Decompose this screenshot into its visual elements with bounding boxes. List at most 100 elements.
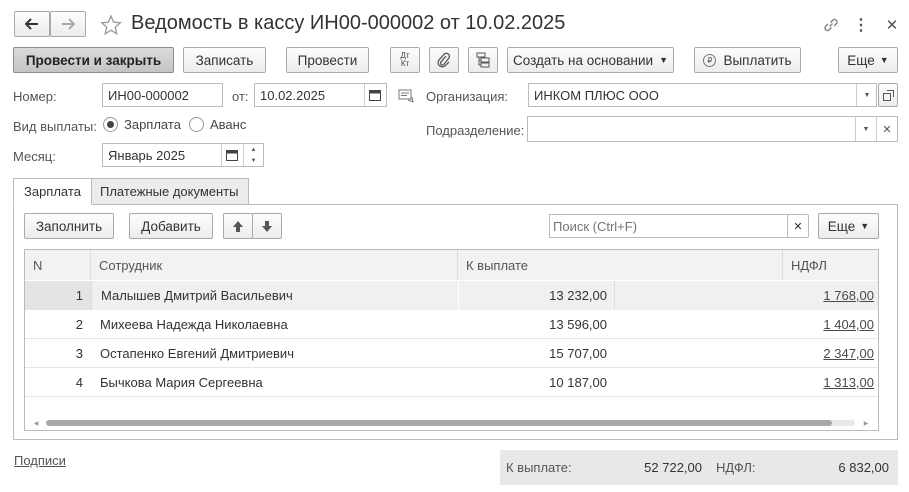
organization-open-button[interactable] (878, 83, 898, 107)
dropdown-arrow-icon: ▼ (879, 55, 889, 65)
total-pay-value: 52 722,00 (644, 460, 702, 475)
radio-selected-icon (103, 117, 118, 132)
pay-amount: 13 596,00 (549, 317, 607, 332)
column-header-pay[interactable]: К выплате (458, 250, 783, 280)
spin-down-icon[interactable]: ▼ (244, 155, 263, 166)
table-row[interactable]: 2 Михеева Надежда Николаевна 13 596,00 1… (25, 310, 878, 339)
dtkt-icon: Дт Кт (400, 51, 410, 68)
ndfl-amount[interactable]: 1 768,00 (783, 281, 878, 310)
signatures-link[interactable]: Подписи (14, 453, 66, 468)
row-number: 2 (75, 317, 83, 332)
arrow-right-icon (62, 18, 75, 30)
star-icon[interactable] (98, 12, 124, 38)
search-clear-button[interactable]: ✕ (787, 214, 809, 238)
tab-payment-documents-label: Платежные документы (100, 184, 239, 199)
organization-value: ИНКОМ ПЛЮС ООО (534, 87, 659, 103)
arrow-up-icon (233, 220, 243, 232)
ndfl-amount[interactable]: 2 347,00 (783, 339, 878, 368)
radio-salary[interactable]: Зарплата (103, 117, 181, 132)
dtkt-button[interactable]: Дт Кт (390, 47, 420, 73)
department-field[interactable] (527, 116, 898, 142)
pay-amount: 13 232,00 (458, 281, 614, 310)
column-header-ndfl[interactable]: НДФЛ (783, 250, 878, 280)
month-label: Месяц: (13, 149, 56, 164)
date-label: от: (232, 89, 249, 104)
dropdown-arrow-icon: ▼ (659, 55, 668, 65)
organization-label: Организация: (426, 89, 509, 104)
radio-unselected-icon (189, 117, 204, 132)
row-number: 3 (75, 346, 83, 361)
month-value: Январь 2025 (108, 147, 186, 163)
calendar-icon[interactable] (366, 86, 384, 104)
employee-name: Малышев Дмитрий Васильевич (91, 281, 458, 310)
post-button[interactable]: Провести (286, 47, 369, 73)
window-title: Ведомость в кассу ИН00-000002 от 10.02.2… (131, 12, 566, 34)
number-label: Номер: (13, 89, 57, 104)
row-number: 1 (25, 281, 91, 310)
horizontal-scrollbar-thumb[interactable] (46, 420, 832, 426)
calendar-icon[interactable] (223, 146, 241, 164)
scroll-left-icon[interactable]: ◀ (30, 417, 42, 429)
create-based-on-label: Создать на основании (513, 52, 654, 68)
pay-amount: 10 187,00 (549, 375, 607, 390)
employee-name: Бычкова Мария Сергеевна (100, 375, 263, 390)
open-icon (882, 89, 894, 101)
link-icon[interactable] (820, 14, 842, 36)
tab-payment-documents[interactable]: Платежные документы (89, 178, 250, 205)
post-and-close-button[interactable]: Провести и закрыть (13, 47, 174, 73)
ndfl-amount[interactable]: 1 313,00 (783, 368, 878, 397)
department-label: Подразделение: (426, 123, 525, 138)
department-dropdown-icon[interactable]: ▼ (856, 117, 876, 141)
more-button[interactable]: Еще ▼ (838, 47, 898, 73)
add-button[interactable]: Добавить (129, 213, 213, 239)
attach-button[interactable] (429, 47, 459, 73)
radio-advance-label: Аванс (210, 117, 247, 132)
move-up-button[interactable] (223, 213, 253, 239)
create-based-on-button[interactable]: Создать на основании ▼ (507, 47, 674, 73)
number-field[interactable]: ИН00-000002 (102, 83, 223, 107)
table-row[interactable]: 1 Малышев Дмитрий Васильевич 13 232,00 1… (25, 281, 878, 310)
structure-button[interactable] (468, 47, 498, 73)
organization-field[interactable]: ИНКОМ ПЛЮС ООО (528, 83, 877, 107)
fill-button[interactable]: Заполнить (24, 213, 114, 239)
column-header-employee[interactable]: Сотрудник (91, 250, 458, 280)
ndfl-amount[interactable]: 1 404,00 (783, 310, 878, 339)
date-value: 10.02.2025 (260, 87, 326, 103)
arrow-down-icon (262, 220, 272, 232)
empty-cell (614, 281, 783, 310)
table-more-label: Еще (827, 218, 856, 234)
scroll-right-icon[interactable]: ▶ (860, 417, 872, 429)
comment-icon[interactable] (397, 87, 415, 105)
department-clear-icon[interactable]: ✕ (877, 117, 897, 141)
tab-salary[interactable]: Зарплата (13, 178, 92, 205)
save-button[interactable]: Записать (183, 47, 266, 73)
move-down-button[interactable] (252, 213, 282, 239)
arrow-left-icon (25, 18, 38, 30)
employee-name: Михеева Надежда Николаевна (100, 317, 288, 332)
total-ndfl-value: 6 832,00 (838, 460, 889, 475)
forward-button[interactable] (50, 11, 86, 37)
column-header-n[interactable]: N (25, 250, 91, 280)
employee-name: Остапенко Евгений Дмитриевич (100, 346, 294, 361)
spin-up-icon[interactable]: ▲ (244, 144, 263, 155)
number-value: ИН00-000002 (108, 87, 189, 103)
search-input[interactable] (549, 214, 788, 238)
radio-salary-label: Зарплата (124, 117, 181, 132)
total-pay-label: К выплате: (506, 460, 572, 475)
close-icon[interactable]: ✕ (883, 14, 901, 36)
back-button[interactable] (14, 11, 50, 37)
table-row[interactable]: 3 Остапенко Евгений Дмитриевич 15 707,00… (25, 339, 878, 368)
row-number: 4 (75, 375, 83, 390)
table-more-button[interactable]: Еще ▼ (818, 213, 879, 239)
organization-dropdown-icon[interactable]: ▼ (857, 84, 877, 106)
table-row[interactable]: 4 Бычкова Мария Сергеевна 10 187,00 1 31… (25, 368, 878, 397)
dropdown-arrow-icon: ▼ (860, 221, 870, 231)
total-ndfl-label: НДФЛ: (716, 460, 756, 475)
structure-icon (476, 52, 490, 68)
payment-type-label: Вид выплаты: (13, 119, 97, 134)
radio-advance[interactable]: Аванс (189, 117, 246, 132)
pay-amount: 15 707,00 (549, 346, 607, 361)
pay-label: Выплатить (723, 52, 792, 68)
more-vertical-icon[interactable]: ⋮ (852, 14, 870, 36)
pay-button[interactable]: ₽ Выплатить (694, 47, 801, 73)
